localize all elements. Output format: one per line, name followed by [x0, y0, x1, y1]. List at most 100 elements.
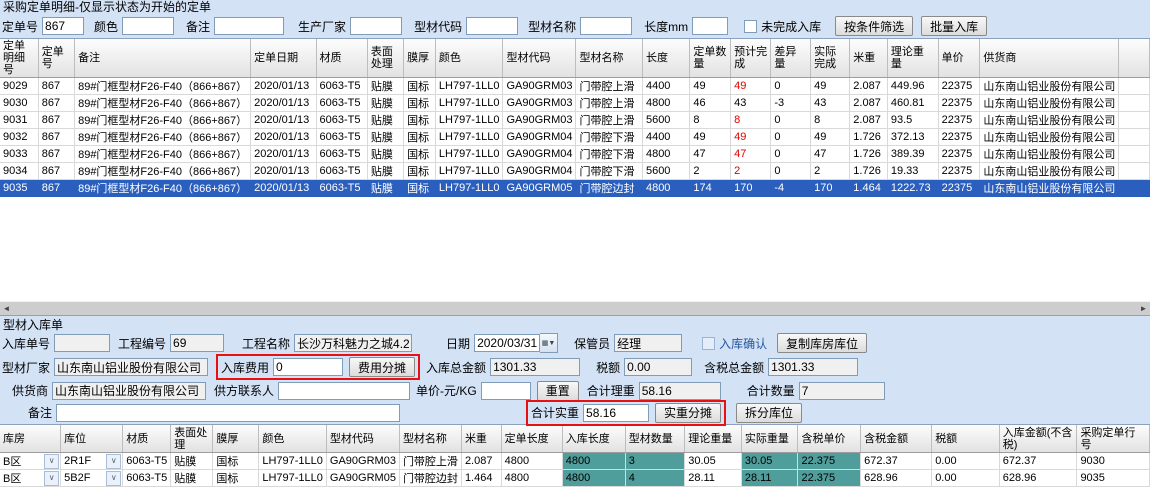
cell[interactable]: 0 — [771, 112, 811, 129]
cell[interactable]: 4800 — [642, 180, 689, 197]
cell[interactable]: 2.087 — [461, 453, 501, 470]
cell[interactable]: 389.39 — [887, 146, 938, 163]
total-actual-weight-input[interactable] — [583, 404, 649, 422]
cell[interactable]: 5600 — [642, 112, 689, 129]
column-header[interactable]: 理论重量 — [685, 425, 742, 453]
cell[interactable]: 国标 — [404, 95, 436, 112]
cell[interactable]: 2R1F∨ — [61, 453, 123, 470]
cell[interactable]: 国标 — [404, 78, 436, 95]
column-header[interactable]: 含税单价 — [798, 425, 861, 453]
cell[interactable]: LH797-1LL0 — [435, 112, 503, 129]
inbound-order-no-input[interactable] — [54, 334, 110, 352]
column-header[interactable]: 理论重量 — [887, 39, 938, 78]
column-header[interactable]: 定单数量 — [690, 39, 731, 78]
cell[interactable]: 6063-T5 — [316, 163, 367, 180]
cell[interactable]: B区∨ — [0, 470, 61, 487]
column-header[interactable]: 实际完成 — [811, 39, 850, 78]
cell[interactable]: 89#门框型材F26-F40（866+867） — [75, 146, 251, 163]
cell[interactable]: 山东南山铝业股份有限公司 — [980, 180, 1119, 197]
cell[interactable]: 4 — [625, 470, 684, 487]
cell[interactable]: 9035 — [1077, 470, 1150, 487]
cell[interactable]: 2.087 — [850, 95, 888, 112]
cell[interactable]: 门带腔上滑 — [576, 78, 642, 95]
column-header[interactable]: 型材名称 — [576, 39, 642, 78]
cell[interactable]: 国标 — [404, 129, 436, 146]
column-header[interactable]: 米重 — [461, 425, 501, 453]
cell[interactable]: LH797-1LL0 — [435, 78, 503, 95]
cell[interactable]: 门带腔下滑 — [576, 146, 642, 163]
tax-input[interactable] — [624, 358, 692, 376]
column-header[interactable]: 定单明细号 — [0, 39, 38, 78]
cell[interactable]: B区∨ — [0, 453, 61, 470]
cell[interactable]: 9030 — [0, 95, 38, 112]
cell[interactable]: 4800 — [501, 453, 562, 470]
column-header[interactable]: 定单号 — [38, 39, 74, 78]
column-header[interactable]: 型材代码 — [503, 39, 576, 78]
cell[interactable]: 4800 — [642, 146, 689, 163]
supplier-contact-input[interactable] — [278, 382, 410, 400]
cell[interactable]: 贴膜 — [367, 163, 403, 180]
cell[interactable]: 372.13 — [887, 129, 938, 146]
cell[interactable]: 170 — [811, 180, 850, 197]
cell[interactable]: 9035 — [0, 180, 38, 197]
cell[interactable]: 2.087 — [850, 112, 888, 129]
column-header[interactable]: 实际重量 — [741, 425, 798, 453]
calendar-dropdown-icon[interactable]: ▦▼ — [540, 333, 558, 353]
cell[interactable]: 460.81 — [887, 95, 938, 112]
cell[interactable]: 22375 — [938, 146, 980, 163]
cell[interactable]: 93.5 — [887, 112, 938, 129]
total-theoretical-weight-input[interactable] — [639, 382, 721, 400]
column-header[interactable]: 差异量 — [771, 39, 811, 78]
color-filter-input[interactable] — [122, 17, 174, 35]
column-header[interactable]: 定单日期 — [251, 39, 316, 78]
cell[interactable]: 47 — [731, 146, 771, 163]
cell[interactable]: 贴膜 — [367, 78, 403, 95]
cell[interactable]: 贴膜 — [367, 129, 403, 146]
cell[interactable]: 2 — [731, 163, 771, 180]
cell[interactable]: 3 — [625, 453, 684, 470]
fee-apportion-button[interactable]: 费用分摊 — [349, 357, 415, 377]
cell[interactable]: 门带腔上滑 — [576, 95, 642, 112]
cell[interactable]: 2020/01/13 — [251, 146, 316, 163]
cell[interactable]: GA90GRM03 — [503, 112, 576, 129]
dropdown-arrow-icon[interactable]: ∨ — [44, 471, 59, 486]
cell[interactable]: GA90GRM04 — [503, 129, 576, 146]
cell[interactable]: 4400 — [642, 78, 689, 95]
cell[interactable]: 89#门框型材F26-F40（866+867） — [75, 78, 251, 95]
split-location-button[interactable]: 拆分库位 — [736, 403, 802, 423]
column-header[interactable]: 含税金额 — [861, 425, 932, 453]
cell[interactable]: 89#门框型材F26-F40（866+867） — [75, 129, 251, 146]
cell[interactable]: 89#门框型材F26-F40（866+867） — [75, 112, 251, 129]
cell[interactable]: 867 — [38, 163, 74, 180]
date-input[interactable] — [474, 334, 540, 352]
filter-by-condition-button[interactable]: 按条件筛选 — [835, 16, 913, 36]
column-header[interactable]: 膜厚 — [404, 39, 436, 78]
cell[interactable]: 30.05 — [741, 453, 798, 470]
cell[interactable]: 867 — [38, 78, 74, 95]
cell[interactable]: 0.00 — [932, 470, 1000, 487]
unit-price-input[interactable] — [481, 382, 531, 400]
column-header[interactable]: 入库金额(不含税) — [999, 425, 1077, 453]
cell[interactable]: 贴膜 — [367, 95, 403, 112]
scrollbar-track[interactable] — [13, 302, 1137, 315]
unfinished-inbound-checkbox[interactable] — [744, 20, 757, 33]
cell[interactable]: 22375 — [938, 129, 980, 146]
cell[interactable] — [1119, 180, 1150, 197]
cell[interactable]: 国标 — [213, 470, 259, 487]
cell[interactable]: 49 — [731, 78, 771, 95]
cell[interactable]: 628.96 — [999, 470, 1077, 487]
cell[interactable]: 30.05 — [685, 453, 742, 470]
cell[interactable]: 0.00 — [932, 453, 1000, 470]
column-header[interactable]: 型材数量 — [625, 425, 684, 453]
column-header[interactable]: 库位 — [61, 425, 123, 453]
cell[interactable]: 6063-T5 — [316, 95, 367, 112]
column-header[interactable]: 长度 — [642, 39, 689, 78]
horizontal-scrollbar[interactable]: ◄ ► — [0, 301, 1150, 315]
reset-button[interactable]: 重置 — [537, 381, 579, 401]
copy-warehouse-location-button[interactable]: 复制库房库位 — [777, 333, 867, 353]
cell[interactable]: 9030 — [1077, 453, 1150, 470]
column-header[interactable]: 税额 — [932, 425, 1000, 453]
cell[interactable]: GA90GRM05 — [503, 180, 576, 197]
cell[interactable]: 2020/01/13 — [251, 180, 316, 197]
cell[interactable]: 174 — [690, 180, 731, 197]
